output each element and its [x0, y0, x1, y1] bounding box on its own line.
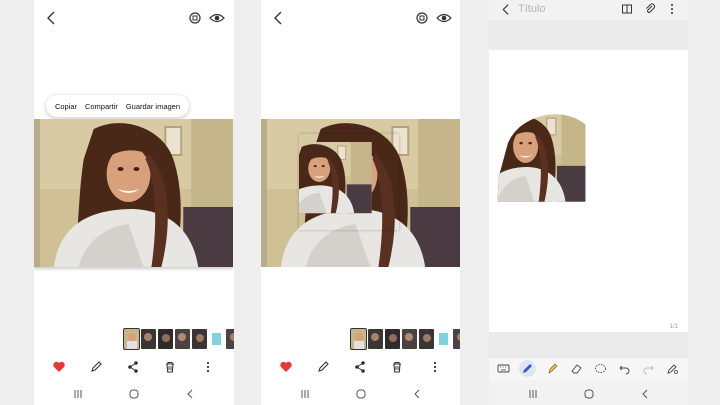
thumbnail-selected[interactable]	[350, 328, 367, 350]
rotate-icon[interactable]	[415, 11, 429, 25]
action-bar	[261, 358, 460, 376]
share-menu-item[interactable]: Compartir	[85, 102, 118, 111]
chevron-left-icon[interactable]	[271, 10, 287, 26]
note-canvas[interactable]: 1/1	[489, 50, 688, 332]
trash-icon[interactable]	[390, 360, 404, 374]
note-title-placeholder[interactable]: Título	[518, 3, 546, 15]
back-icon[interactable]	[639, 388, 651, 400]
heart-icon[interactable]	[52, 360, 66, 374]
lasso-icon[interactable]	[594, 362, 607, 375]
share-icon[interactable]	[126, 360, 140, 374]
keyboard-icon[interactable]	[497, 362, 510, 375]
rotate-icon[interactable]	[188, 11, 202, 25]
highlighter-icon[interactable]	[546, 362, 559, 375]
gallery-screen-context-menu: Copiar Compartir Guardar imagen	[34, 0, 234, 405]
eye-icon[interactable]	[209, 11, 225, 25]
thumbnail[interactable]	[402, 329, 417, 349]
thumbnail[interactable]	[175, 329, 190, 349]
thumbnail[interactable]	[141, 329, 156, 349]
chevron-left-icon[interactable]	[44, 10, 60, 26]
thumbnail[interactable]	[368, 329, 383, 349]
thumbnail[interactable]	[453, 329, 460, 349]
pencil-icon[interactable]	[316, 360, 330, 374]
paperclip-icon[interactable]	[644, 3, 656, 15]
thumbnail[interactable]	[385, 329, 400, 349]
home-icon[interactable]	[583, 388, 595, 400]
thumbnail[interactable]	[158, 329, 173, 349]
navigation-bar	[489, 383, 688, 405]
thumbnail[interactable]	[192, 329, 207, 349]
thumbnail-strip[interactable]	[123, 328, 234, 350]
back-icon[interactable]	[184, 388, 196, 400]
navigation-bar	[261, 383, 460, 405]
thumbnail[interactable]	[436, 329, 451, 349]
save-image-menu-item[interactable]: Guardar imagen	[126, 102, 180, 111]
page-indicator: 1/1	[669, 324, 678, 330]
more-vertical-icon[interactable]	[667, 3, 677, 15]
thumbnail[interactable]	[419, 329, 434, 349]
back-icon[interactable]	[411, 388, 423, 400]
more-vertical-icon[interactable]	[428, 360, 442, 374]
navigation-bar	[34, 383, 234, 405]
eraser-icon[interactable]	[570, 362, 583, 375]
gallery-screen-dragging	[261, 0, 460, 405]
heart-icon[interactable]	[279, 360, 293, 374]
more-vertical-icon[interactable]	[201, 360, 215, 374]
recents-icon[interactable]	[72, 388, 84, 400]
undo-icon[interactable]	[618, 362, 631, 375]
recents-icon[interactable]	[299, 388, 311, 400]
pencil-icon[interactable]	[89, 360, 103, 374]
notes-top-bar: Título	[489, 0, 688, 20]
thumbnail[interactable]	[226, 329, 234, 349]
trash-icon[interactable]	[163, 360, 177, 374]
dragged-cutout-image[interactable]	[299, 134, 399, 230]
book-icon[interactable]	[621, 3, 633, 15]
recents-icon[interactable]	[527, 388, 539, 400]
selfie-photo[interactable]	[34, 119, 233, 267]
notes-header-area	[489, 20, 688, 50]
thumbnail-strip[interactable]	[350, 328, 460, 350]
chevron-left-icon[interactable]	[500, 3, 513, 16]
eye-icon[interactable]	[436, 11, 452, 25]
thumbnail-selected[interactable]	[123, 328, 140, 350]
notes-footer-area	[489, 332, 688, 358]
home-icon[interactable]	[128, 388, 140, 400]
thumbnail[interactable]	[209, 329, 224, 349]
drawing-toolbar	[489, 358, 688, 380]
pasted-cutout-image[interactable]	[497, 105, 611, 210]
action-bar	[34, 358, 234, 376]
redo-icon[interactable]	[642, 362, 655, 375]
copy-menu-item[interactable]: Copiar	[55, 102, 77, 111]
notes-screen: Título 1/1	[489, 0, 688, 405]
home-icon[interactable]	[355, 388, 367, 400]
pen-icon[interactable]	[519, 360, 536, 377]
share-icon[interactable]	[353, 360, 367, 374]
pen-settings-icon[interactable]	[666, 362, 679, 375]
context-menu: Copiar Compartir Guardar imagen	[46, 95, 189, 117]
